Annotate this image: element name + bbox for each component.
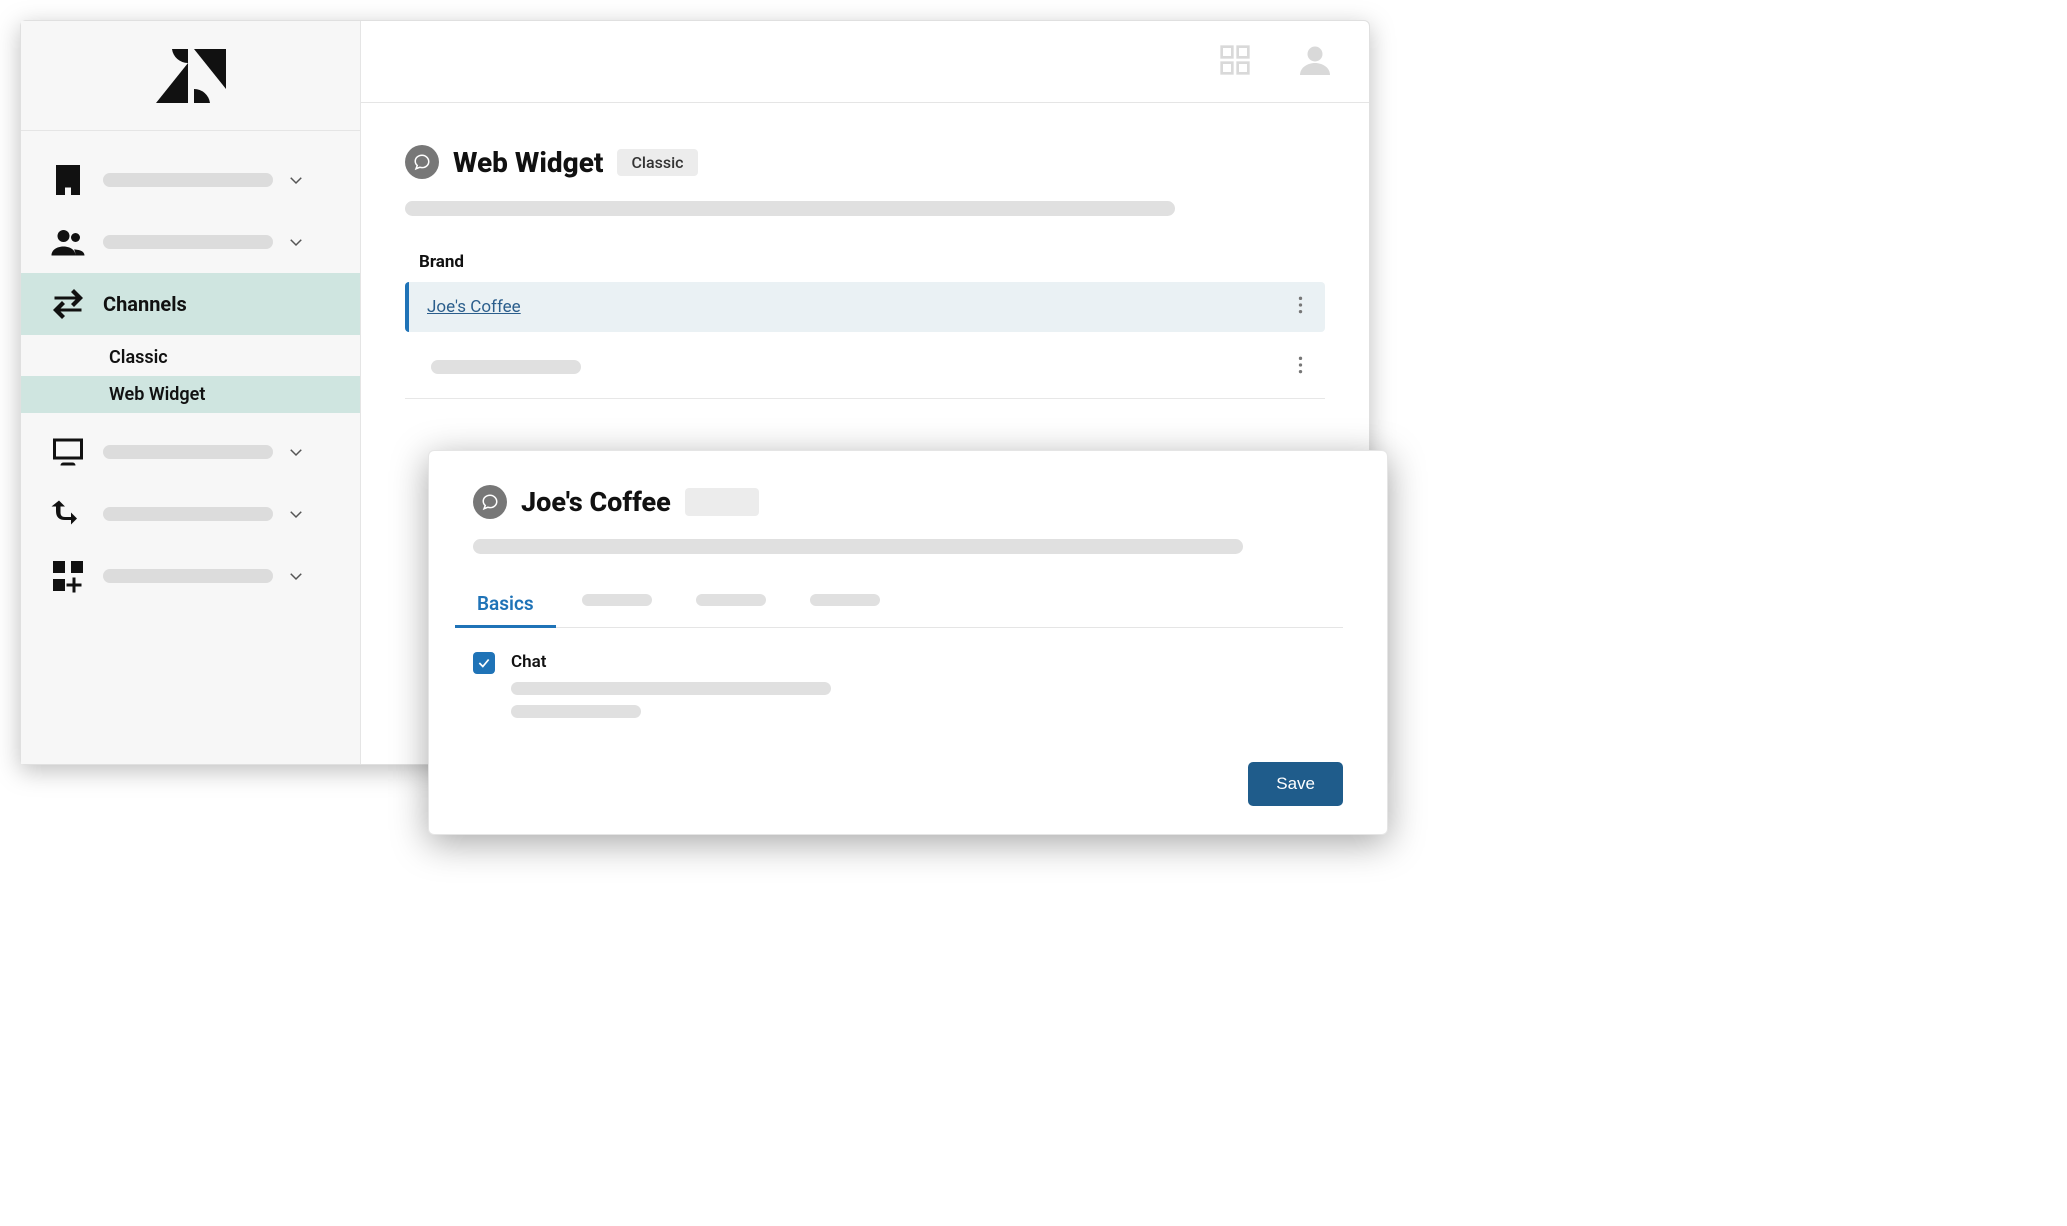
sidebar-item-people[interactable] — [21, 211, 360, 273]
classic-tag: Classic — [617, 149, 697, 176]
sidebar-nav: Channels Classic Web Widget — [21, 131, 360, 607]
nav-label-placeholder — [103, 507, 273, 521]
sidebar-item-workspaces[interactable] — [21, 421, 360, 483]
sidebar-item-label: Channels — [103, 292, 340, 316]
sidebar-item-apps[interactable] — [21, 545, 360, 607]
nav-label-placeholder — [103, 445, 273, 459]
chat-bubble-icon — [473, 485, 507, 519]
panel-title: Joe's Coffee — [521, 486, 671, 518]
monitor-icon — [47, 434, 89, 470]
tab-basics[interactable]: Basics — [473, 584, 538, 627]
option-desc-placeholder — [511, 682, 831, 695]
sidebar-item-account[interactable] — [21, 149, 360, 211]
overflow-menu-icon[interactable] — [1298, 355, 1303, 379]
brand-section-label: Brand — [405, 252, 1325, 272]
brand-settings-panel: Joe's Coffee Basics Chat Save — [428, 450, 1388, 835]
panel-header: Joe's Coffee — [473, 485, 1343, 519]
page-title: Web Widget — [453, 146, 603, 179]
chevron-down-icon — [287, 443, 305, 461]
sidebar-subitem-web-widget[interactable]: Web Widget — [21, 376, 360, 413]
arrows-icon — [47, 286, 89, 322]
brand-name-placeholder — [431, 360, 581, 374]
route-icon — [47, 496, 89, 532]
chevron-down-icon — [287, 171, 305, 189]
brand-link[interactable]: Joe's Coffee — [427, 297, 521, 317]
option-desc-placeholder — [511, 705, 641, 718]
panel-description-placeholder — [473, 539, 1243, 554]
chat-checkbox[interactable] — [473, 652, 495, 674]
zendesk-logo — [21, 21, 360, 131]
chat-option-label: Chat — [511, 652, 831, 672]
apps-add-icon — [47, 558, 89, 594]
panel-tag-placeholder — [685, 488, 759, 516]
brand-row-active[interactable]: Joe's Coffee — [405, 282, 1325, 332]
page-content: Web Widget Classic Brand Joe's Coffee — [361, 103, 1369, 399]
nav-label-placeholder — [103, 173, 273, 187]
brand-row[interactable] — [405, 342, 1325, 392]
tab-placeholder[interactable] — [810, 594, 880, 606]
sidebar-item-objects[interactable] — [21, 483, 360, 545]
sidebar-item-channels[interactable]: Channels — [21, 273, 360, 335]
sidebar-subitem-classic[interactable]: Classic — [21, 339, 360, 376]
page-description-placeholder — [405, 201, 1175, 216]
tab-placeholder[interactable] — [696, 594, 766, 606]
topbar — [361, 21, 1369, 103]
overflow-menu-icon[interactable] — [1298, 295, 1303, 319]
chevron-down-icon — [287, 505, 305, 523]
panel-footer: Save — [473, 762, 1343, 806]
divider — [405, 398, 1325, 399]
panel-tabs: Basics — [473, 584, 1343, 628]
page-header: Web Widget Classic — [405, 145, 1325, 179]
channels-subitems: Classic Web Widget — [21, 335, 360, 421]
chevron-down-icon — [287, 233, 305, 251]
nav-label-placeholder — [103, 235, 273, 249]
chat-option-row: Chat — [473, 652, 1343, 718]
building-icon — [47, 162, 89, 198]
save-button[interactable]: Save — [1248, 762, 1343, 806]
nav-label-placeholder — [103, 569, 273, 583]
tab-placeholder[interactable] — [582, 594, 652, 606]
sidebar: Channels Classic Web Widget — [21, 21, 361, 764]
apps-grid-icon[interactable] — [1219, 44, 1251, 80]
chat-bubble-icon — [405, 145, 439, 179]
chevron-down-icon — [287, 567, 305, 585]
avatar-icon[interactable] — [1297, 42, 1333, 82]
people-icon — [47, 224, 89, 260]
